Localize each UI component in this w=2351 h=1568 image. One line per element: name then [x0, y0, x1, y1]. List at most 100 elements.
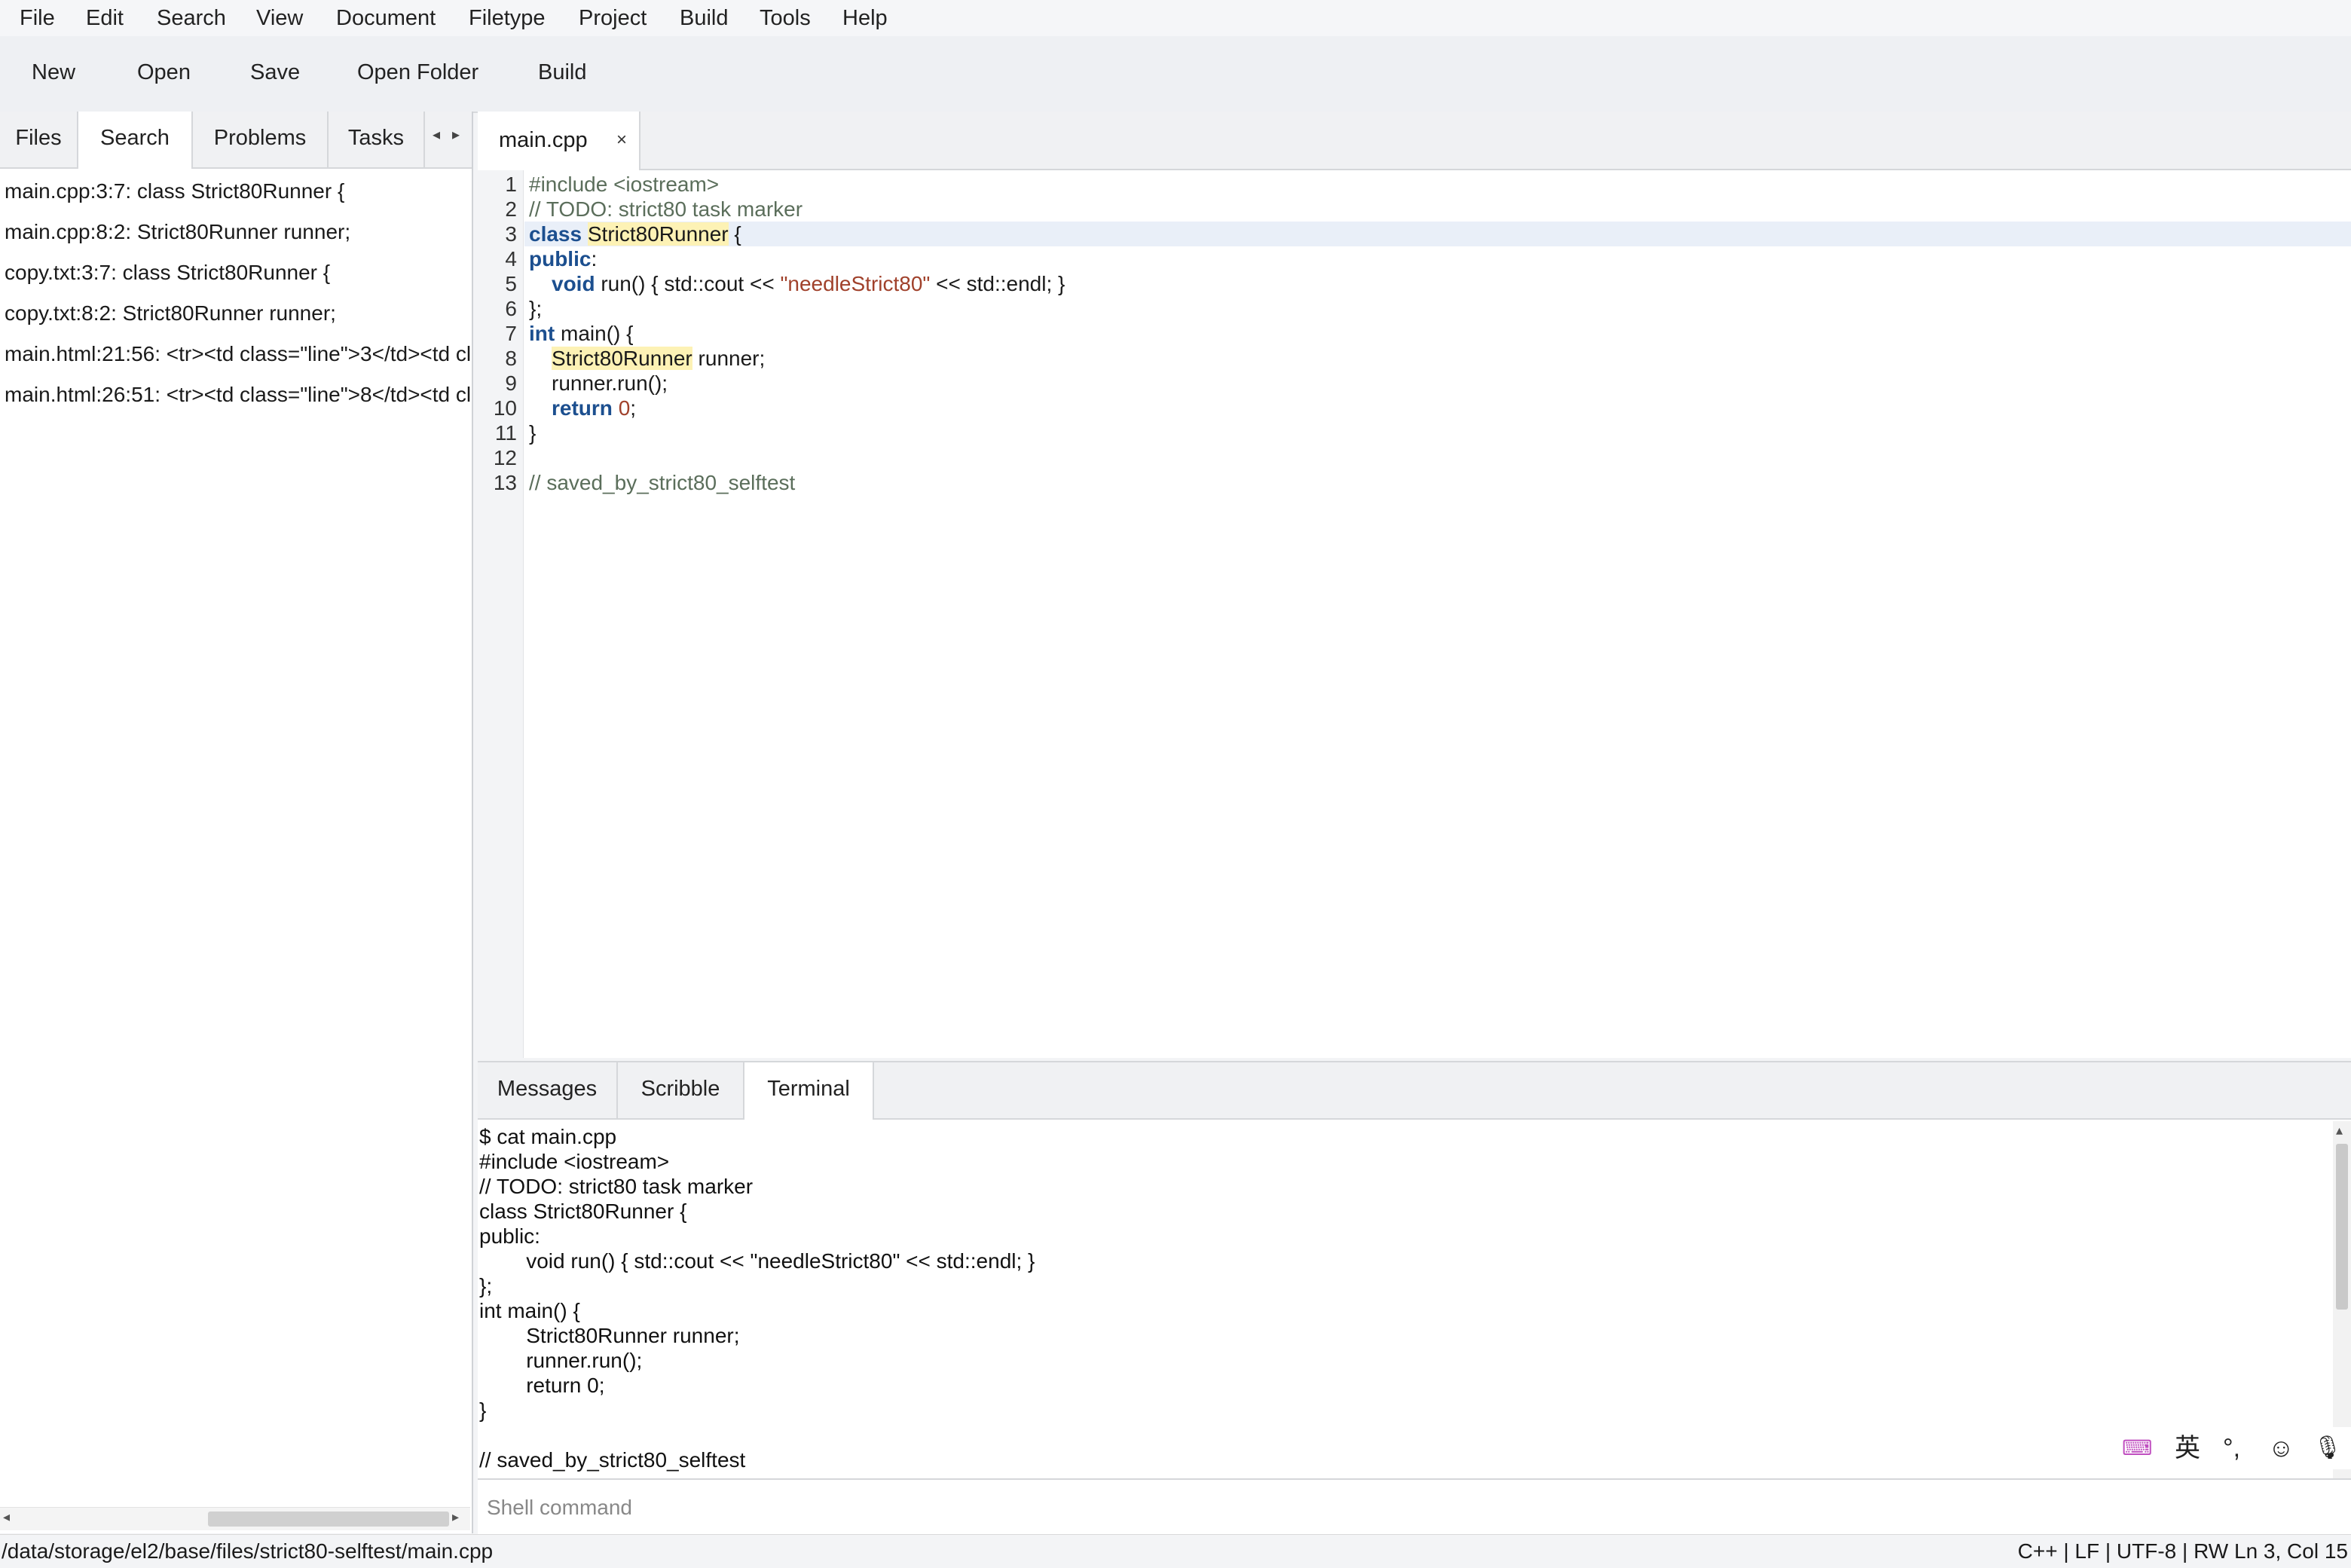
terminal-output[interactable]: $ cat main.cpp #include <iostream> // TO…: [479, 1121, 2333, 1490]
menu-file[interactable]: File: [20, 3, 55, 33]
scrollbar-thumb[interactable]: [208, 1511, 449, 1527]
menu-view[interactable]: View: [256, 3, 303, 33]
menu-project[interactable]: Project: [579, 3, 647, 33]
terminal-line: class Strict80Runner {: [479, 1200, 687, 1223]
line-number: 4: [505, 247, 517, 271]
tab-search[interactable]: Search: [78, 112, 193, 169]
line-number: 2: [505, 197, 517, 221]
shell-command-bar: [478, 1478, 2351, 1536]
tab-problems[interactable]: Problems: [193, 112, 329, 167]
search-results: main.cpp:3:7: class Strict80Runner { mai…: [0, 170, 470, 1511]
line-number: 8: [505, 347, 517, 370]
scroll-right-icon[interactable]: ▸: [452, 1509, 459, 1525]
terminal-line: runner.run();: [479, 1349, 643, 1372]
list-item[interactable]: main.html:26:51: <tr><td class="line">8<…: [5, 380, 470, 410]
tab-tasks[interactable]: Tasks: [329, 112, 425, 167]
list-item[interactable]: main.cpp:3:7: class Strict80Runner {: [5, 176, 344, 206]
menu-edit[interactable]: Edit: [86, 3, 124, 33]
sidebar: Files Search Problems Tasks ◂ ▸ main.cpp…: [0, 112, 473, 1533]
line-number: 3: [505, 222, 517, 246]
scroll-up-icon[interactable]: ▴: [2336, 1123, 2343, 1139]
line-number: 13: [493, 471, 517, 494]
menu-help[interactable]: Help: [842, 3, 888, 33]
file-path: /data/storage/el2/base/files/strict80-se…: [2, 1539, 494, 1563]
terminal-line: void run() { std::cout << "needleStrict8…: [479, 1249, 1035, 1273]
terminal-line: $ cat main.cpp: [479, 1125, 617, 1148]
tab-terminal[interactable]: Terminal: [744, 1062, 874, 1120]
editor-tabs: main.cpp ×: [478, 112, 2351, 170]
tab-scroll-left-icon[interactable]: ◂: [433, 125, 440, 144]
list-item[interactable]: copy.txt:3:7: class Strict80Runner {: [5, 258, 330, 288]
code-line: public:: [529, 247, 598, 271]
terminal-line: // TODO: strict80 task marker: [479, 1175, 754, 1198]
code-line: return 0;: [552, 396, 637, 420]
line-number: 11: [494, 421, 517, 445]
menu-build[interactable]: Build: [680, 3, 729, 33]
terminal-line: #include <iostream>: [479, 1150, 670, 1173]
tab-files[interactable]: Files: [0, 112, 78, 167]
code-line: Strict80Runner runner;: [552, 347, 766, 370]
code-line: runner.run();: [552, 371, 668, 395]
keyboard-icon[interactable]: ⌨: [2122, 1432, 2152, 1465]
code-line: class Strict80Runner {: [529, 222, 741, 246]
terminal-line: }: [479, 1398, 487, 1422]
terminal-line: Strict80Runner runner;: [479, 1324, 740, 1347]
line-number: 12: [493, 446, 517, 469]
microphone-icon[interactable]: 🎙: [2313, 1432, 2342, 1465]
code-line: }: [529, 421, 537, 445]
tab-scroll-right-icon[interactable]: ▸: [452, 125, 460, 144]
save-button[interactable]: Save: [250, 57, 300, 87]
emoji-icon[interactable]: ☺: [2268, 1432, 2294, 1465]
code-area[interactable]: #include <iostream> // TODO: strict80 ta…: [524, 170, 2351, 1058]
line-number-gutter: 1 2 3 4 5 6 7 8 9 10 11 12 13: [478, 170, 524, 1058]
language-toggle[interactable]: 英: [2175, 1432, 2200, 1465]
current-line-highlight: [524, 222, 2351, 246]
sidebar-tabs: Files Search Problems Tasks ◂ ▸: [0, 112, 472, 169]
horizontal-scrollbar[interactable]: ◂ ▸: [0, 1507, 470, 1530]
line-number: 7: [505, 322, 517, 345]
list-item[interactable]: copy.txt:8:2: Strict80Runner runner;: [5, 298, 336, 329]
line-number: 5: [505, 272, 517, 295]
code-line: };: [529, 297, 543, 320]
toolbar: New Open Save Open Folder Build: [0, 36, 2351, 113]
build-button[interactable]: Build: [538, 57, 587, 87]
menu-search[interactable]: Search: [157, 3, 226, 33]
list-item[interactable]: main.cpp:8:2: Strict80Runner runner;: [5, 217, 350, 247]
code-line: // saved_by_strict80_selftest: [529, 471, 796, 494]
menu-bar: File Edit Search View Document Filetype …: [0, 0, 2351, 37]
tab-scribble[interactable]: Scribble: [618, 1062, 744, 1118]
close-icon[interactable]: ×: [616, 125, 627, 155]
menu-document[interactable]: Document: [336, 3, 436, 33]
line-number: 6: [505, 297, 517, 320]
open-folder-button[interactable]: Open Folder: [357, 57, 478, 87]
terminal-line: int main() {: [479, 1299, 580, 1322]
ime-toolbar: ⌨ 英 °, ☺ 🎙: [2110, 1427, 2351, 1469]
tab-main-cpp[interactable]: main.cpp ×: [478, 112, 640, 170]
menu-filetype[interactable]: Filetype: [469, 3, 546, 33]
terminal-line: };: [479, 1274, 493, 1297]
code-line: void run() { std::cout << "needleStrict8…: [552, 272, 1065, 295]
scroll-left-icon[interactable]: ◂: [3, 1509, 10, 1525]
shell-command-input[interactable]: [485, 1486, 2327, 1530]
scrollbar-thumb[interactable]: [2336, 1144, 2348, 1310]
terminal-line: public:: [479, 1224, 540, 1248]
terminal-line: return 0;: [479, 1374, 605, 1397]
menu-tools[interactable]: Tools: [760, 3, 811, 33]
code-line: int main() {: [529, 322, 634, 345]
tab-label: main.cpp: [499, 128, 588, 152]
message-tabs: Messages Scribble Terminal: [478, 1062, 2351, 1120]
new-button[interactable]: New: [32, 57, 75, 87]
code-line: #include <iostream>: [529, 173, 720, 196]
status-bar: /data/storage/el2/base/files/strict80-se…: [0, 1534, 2351, 1568]
status-info: C++ | LF | UTF-8 | RW Ln 3, Col 15: [2017, 1539, 2348, 1563]
editor: main.cpp × 1 2 3 4 5 6 7 8 9 10 11 12 13…: [478, 112, 2351, 1058]
open-button[interactable]: Open: [137, 57, 191, 87]
code-line: // TODO: strict80 task marker: [529, 197, 803, 221]
message-panel: Messages Scribble Terminal $ cat main.cp…: [478, 1061, 2351, 1536]
line-number: 9: [505, 371, 517, 395]
punctuation-toggle[interactable]: °,: [2223, 1432, 2240, 1465]
line-number: 10: [493, 396, 517, 420]
list-item[interactable]: main.html:21:56: <tr><td class="line">3<…: [5, 339, 470, 369]
tab-messages[interactable]: Messages: [478, 1062, 618, 1118]
line-number: 1: [505, 173, 517, 196]
